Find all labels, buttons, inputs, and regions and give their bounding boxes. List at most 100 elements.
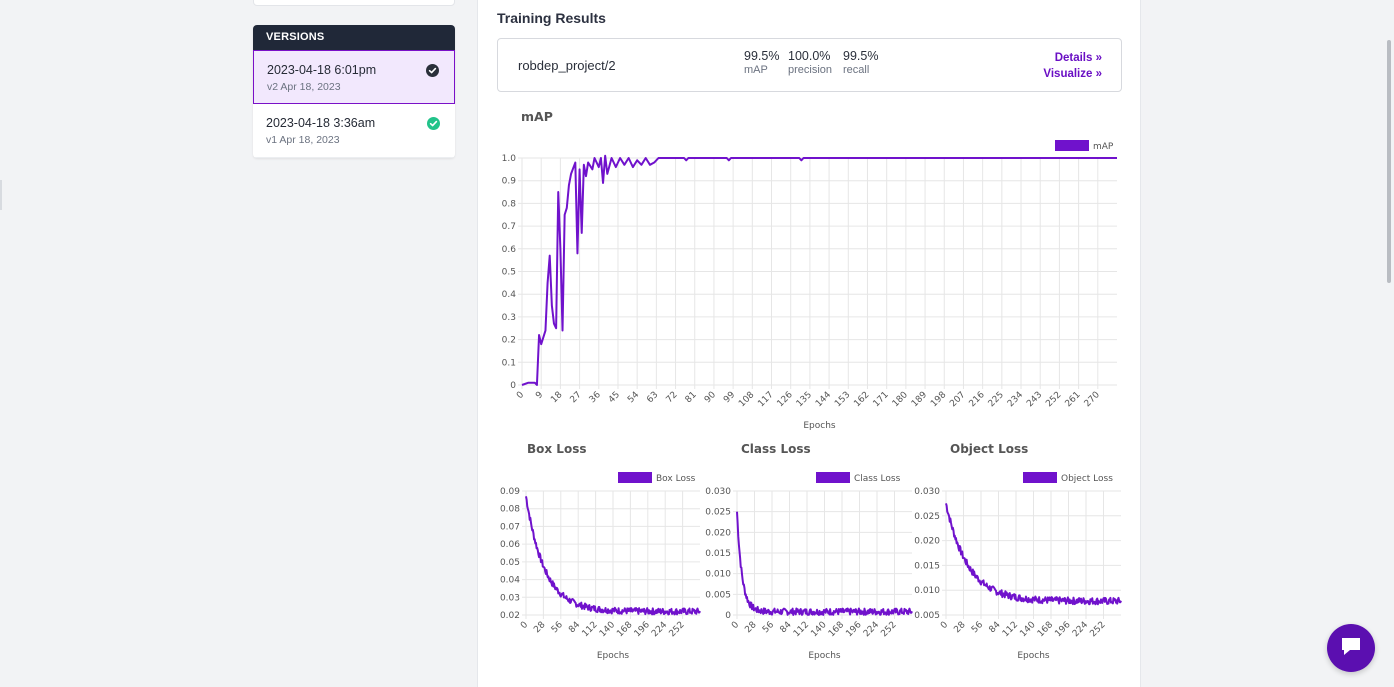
chat-bubble-icon	[1339, 635, 1363, 662]
x-tick-label: 9	[534, 390, 545, 401]
x-tick-label: 117	[756, 390, 775, 409]
x-tick-label: 252	[1088, 620, 1107, 639]
metric-value: 99.5%	[843, 49, 879, 63]
x-tick-label: 54	[626, 390, 641, 405]
y-tick-label: 1.0	[502, 154, 517, 164]
section-title: Training Results	[497, 10, 606, 26]
x-tick-label: 28	[532, 620, 547, 635]
x-tick-label: 135	[795, 390, 814, 409]
x-tick-label: 168	[827, 620, 846, 639]
y-tick-label: 0.03	[500, 593, 520, 603]
y-tick-label: 0.010	[705, 570, 731, 580]
x-tick-label: 27	[569, 390, 584, 405]
sidebar-top-card	[253, 0, 455, 6]
x-tick-label: 225	[987, 390, 1006, 409]
x-axis-label: Epochs	[808, 651, 841, 661]
chart-title-map: mAP	[521, 109, 553, 124]
version-date: 2023-04-18 3:36am	[266, 116, 376, 130]
x-tick-label: 162	[852, 390, 871, 409]
chat-button[interactable]	[1327, 624, 1375, 672]
x-tick-label: 126	[776, 390, 795, 409]
version-subtitle: v1 Apr 18, 2023	[266, 134, 340, 146]
x-tick-label: 28	[743, 620, 758, 635]
y-tick-label: 0	[725, 611, 731, 621]
y-tick-label: 0.3	[502, 313, 516, 323]
x-tick-label: 198	[929, 390, 948, 409]
x-tick-label: 216	[968, 390, 987, 409]
x-tick-label: 0	[519, 620, 530, 631]
y-tick-label: 0.9	[502, 177, 517, 187]
y-tick-label: 0.005	[914, 611, 940, 621]
y-tick-label: 0.015	[705, 549, 731, 559]
y-tick-label: 0.005	[705, 590, 731, 600]
result-links: Details » Visualize »	[1043, 50, 1102, 82]
y-tick-label: 0.015	[914, 561, 940, 571]
metric-label: precision	[788, 64, 833, 76]
map-chart: mAP00.10.20.30.40.50.60.70.80.91.00 9 18 27…	[502, 140, 1117, 431]
y-tick-label: 0.010	[914, 586, 940, 596]
x-tick-label: 63	[645, 390, 660, 405]
x-tick-label: 196	[633, 620, 652, 639]
x-tick-label: 252	[667, 620, 686, 639]
x-axis-label: Epochs	[1017, 651, 1050, 661]
x-tick-label: 144	[814, 390, 833, 409]
legend-swatch	[816, 472, 850, 483]
project-name: robdep_project/2	[518, 58, 616, 73]
y-tick-label: 0.07	[500, 522, 520, 532]
x-tick-label: 18	[549, 390, 564, 405]
x-tick-label: 261	[1064, 390, 1083, 409]
page-scrollbar[interactable]	[1387, 40, 1391, 283]
visualize-link[interactable]: Visualize »	[1043, 66, 1102, 82]
x-tick-label: 56	[761, 620, 776, 635]
x-tick-label: 252	[1044, 390, 1063, 409]
y-tick-label: 0.020	[705, 528, 731, 538]
x-tick-label: 112	[792, 620, 811, 639]
x-tick-label: 189	[910, 390, 929, 409]
x-tick-label: 140	[809, 620, 828, 639]
metric-map: 99.5% mAP	[744, 49, 779, 76]
legend-label: Object Loss	[1061, 474, 1113, 484]
y-tick-label: 0.5	[502, 268, 516, 278]
details-link[interactable]: Details »	[1043, 50, 1102, 66]
object-loss-chart: Object Loss 0.030 0.025 0.020 0.015 0.010 0.00…	[914, 472, 1122, 661]
x-tick-label: 207	[948, 390, 967, 409]
x-axis-label: Epochs	[597, 651, 630, 661]
y-tick-label: 0.025	[705, 508, 731, 518]
metric-value: 100.0%	[788, 49, 831, 63]
y-tick-label: 0.1	[502, 358, 516, 368]
x-tick-label: 72	[665, 390, 680, 405]
x-tick-label: 0	[515, 390, 526, 401]
versions-header: VERSIONS	[253, 25, 455, 50]
y-tick-label: 0.05	[500, 558, 520, 568]
version-item-v2[interactable]: 2023-04-18 6:01pm v2 Apr 18, 2023	[253, 50, 455, 104]
legend-label: Class Loss	[854, 474, 901, 484]
y-tick-label: 0.04	[500, 576, 520, 586]
x-tick-label: 81	[684, 390, 699, 405]
x-tick-label: 140	[598, 620, 617, 639]
x-axis-label: Epochs	[803, 421, 836, 431]
x-tick-label: 224	[862, 620, 881, 639]
y-tick-label: 0.6	[502, 245, 517, 255]
x-tick-label: 270	[1083, 390, 1102, 409]
x-tick-label: 224	[650, 620, 669, 639]
y-tick-label: 0.020	[914, 537, 940, 547]
metric-precision: 100.0% precision	[788, 49, 832, 76]
x-tick-label: 243	[1025, 390, 1044, 409]
class-loss-chart: Class Loss 0.030 0.025 0.020 0.015 0.010 0.005…	[705, 472, 913, 661]
training-results-panel: Training Results robdep_project/2 99.5% …	[477, 0, 1141, 687]
y-tick-label: 0.4	[502, 290, 517, 300]
x-tick-label: 112	[1001, 620, 1020, 639]
x-tick-label: 99	[722, 390, 737, 405]
y-tick-label: 0.030	[914, 487, 940, 497]
metric-recall: 99.5% recall	[843, 49, 878, 76]
left-edge-strip	[0, 180, 2, 210]
y-tick-label: 0.025	[914, 512, 940, 522]
x-tick-label: 153	[833, 390, 852, 409]
y-tick-label: 0	[510, 381, 516, 391]
version-item-v1[interactable]: 2023-04-18 3:36am v1 Apr 18, 2023	[253, 104, 455, 158]
legend-label: Box Loss	[656, 474, 696, 484]
version-date: 2023-04-18 6:01pm	[267, 63, 377, 77]
legend-swatch	[618, 472, 652, 483]
x-tick-label: 36	[588, 390, 603, 405]
x-tick-label: 171	[872, 390, 891, 409]
